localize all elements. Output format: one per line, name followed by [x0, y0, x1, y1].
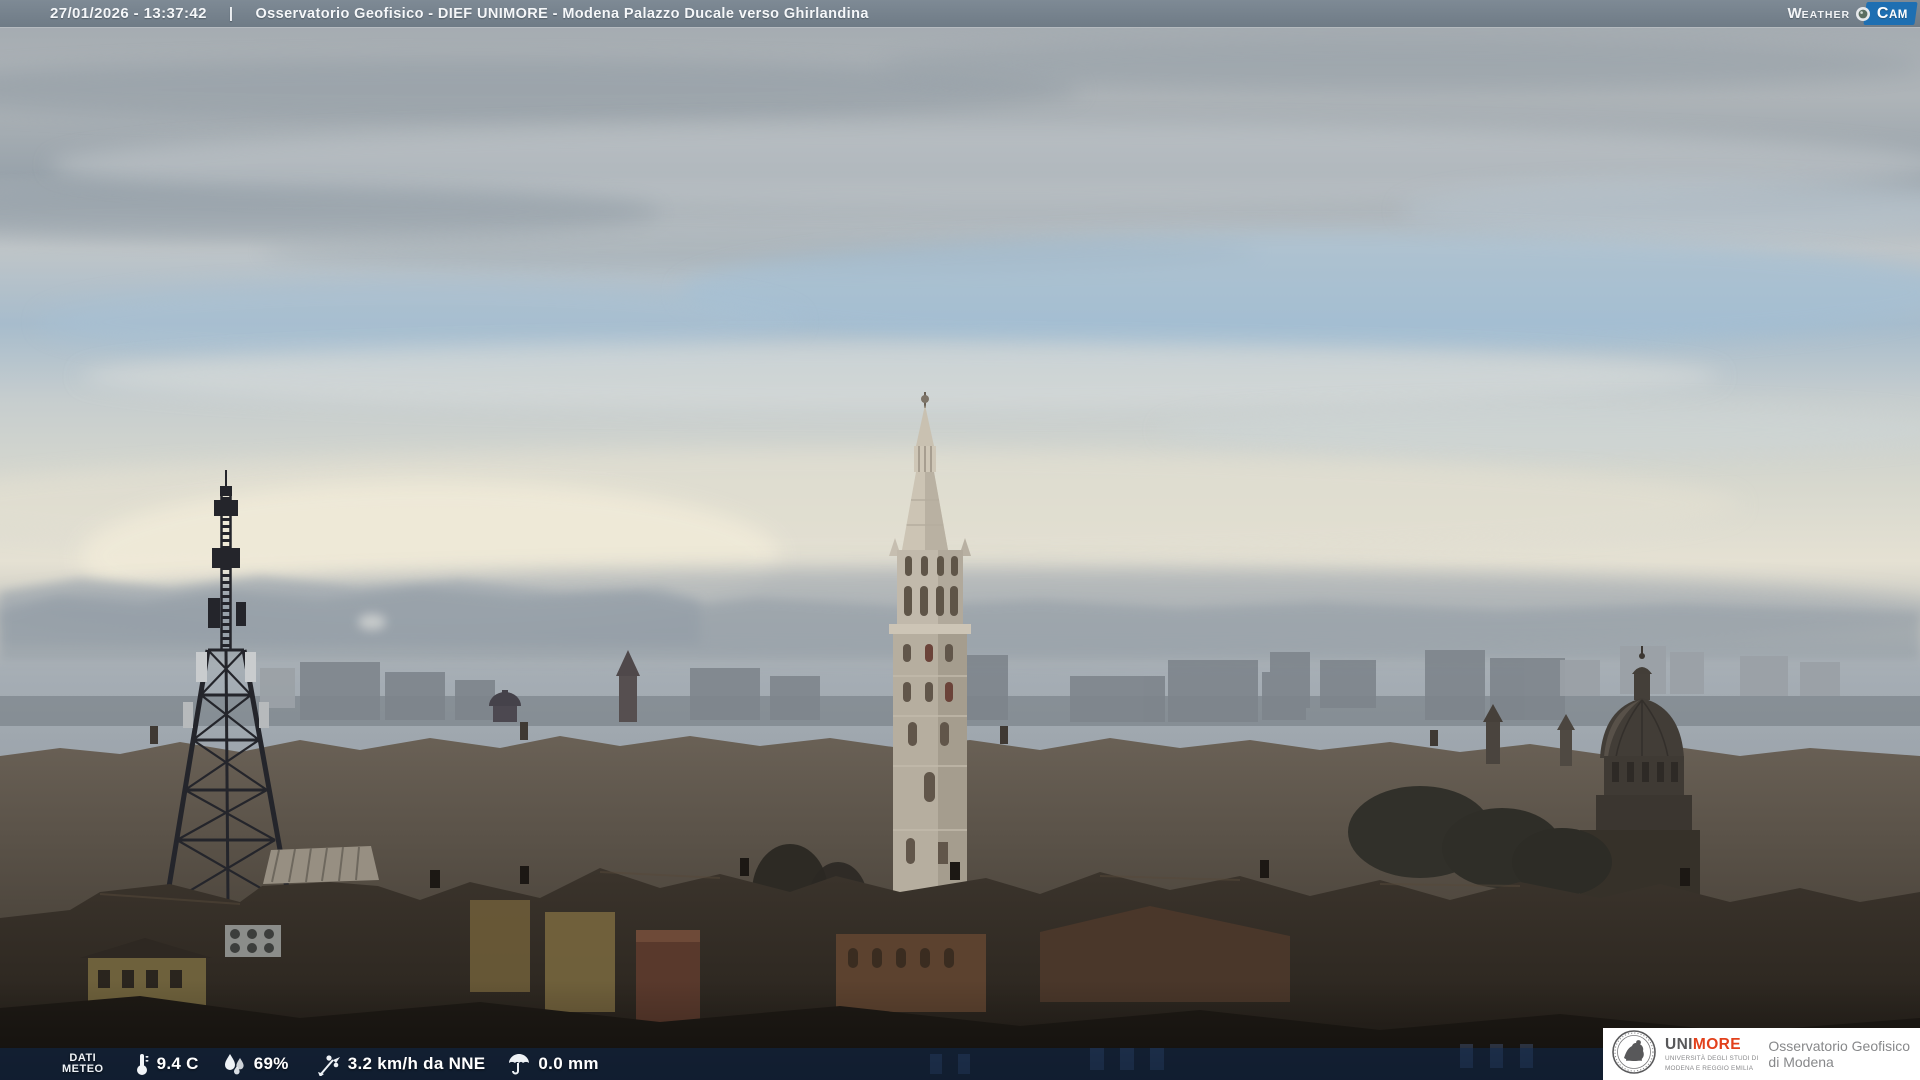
brand-subtitle-line2: MODENA E REGGIO EMILIA — [1665, 1065, 1758, 1072]
webcam-photo — [0, 0, 1920, 1080]
weathercam-logo: WEATHER CAM — [1787, 0, 1916, 27]
camera-title: Osservatorio Geofisico - DIEF UNIMORE - … — [255, 6, 868, 22]
webcam-frame: 27/01/2026 - 13:37:42 | Osservatorio Geo… — [0, 0, 1920, 1080]
meteo-label: DATI METEO — [62, 1053, 104, 1075]
observatory-name-line1: Osservatorio Geofisico — [1768, 1038, 1910, 1055]
unimore-seal-icon — [1612, 1030, 1656, 1079]
header-bar: 27/01/2026 - 13:37:42 | Osservatorio Geo… — [0, 0, 1920, 27]
brand-subtitle-line1: UNIVERSITÀ DEGLI STUDI DI — [1665, 1055, 1758, 1062]
wind-value: 3.2 km/h da NNE — [348, 1054, 486, 1074]
camera-lens-icon — [1855, 6, 1871, 22]
unimore-wordmark: UNIMORE UNIVERSITÀ DEGLI STUDI DI MODENA… — [1665, 1036, 1758, 1071]
wind-readout: 3.2 km/h da NNE — [315, 1052, 486, 1076]
rain-value: 0.0 mm — [538, 1054, 598, 1074]
meteo-label-line2: METEO — [62, 1064, 104, 1075]
brand-more: MORE — [1693, 1036, 1741, 1053]
weathercam-weather-label: WEATHER — [1787, 5, 1850, 22]
observatory-name-line2: di Modena — [1768, 1054, 1910, 1071]
weathercam-cam-label: CAM — [1863, 2, 1917, 25]
unimore-logo-box: UNIMORE UNIVERSITÀ DEGLI STUDI DI MODENA… — [1603, 1028, 1920, 1080]
observatory-name: Osservatorio Geofisico di Modena — [1768, 1038, 1910, 1071]
thermometer-icon — [134, 1052, 150, 1076]
temperature-value: 9.4 C — [157, 1054, 199, 1074]
brand-uni: UNI — [1665, 1036, 1693, 1053]
header-separator: | — [229, 5, 234, 22]
temperature-readout: 9.4 C — [134, 1052, 199, 1076]
rain-readout: 0.0 mm — [507, 1052, 598, 1076]
ribbed-roof — [263, 846, 379, 884]
droplets-icon — [221, 1052, 247, 1076]
humidity-value: 69% — [254, 1054, 289, 1074]
humidity-readout: 69% — [221, 1052, 289, 1076]
umbrella-icon — [507, 1052, 531, 1076]
timestamp: 27/01/2026 - 13:37:42 — [50, 5, 207, 22]
anemometer-icon — [315, 1052, 341, 1076]
